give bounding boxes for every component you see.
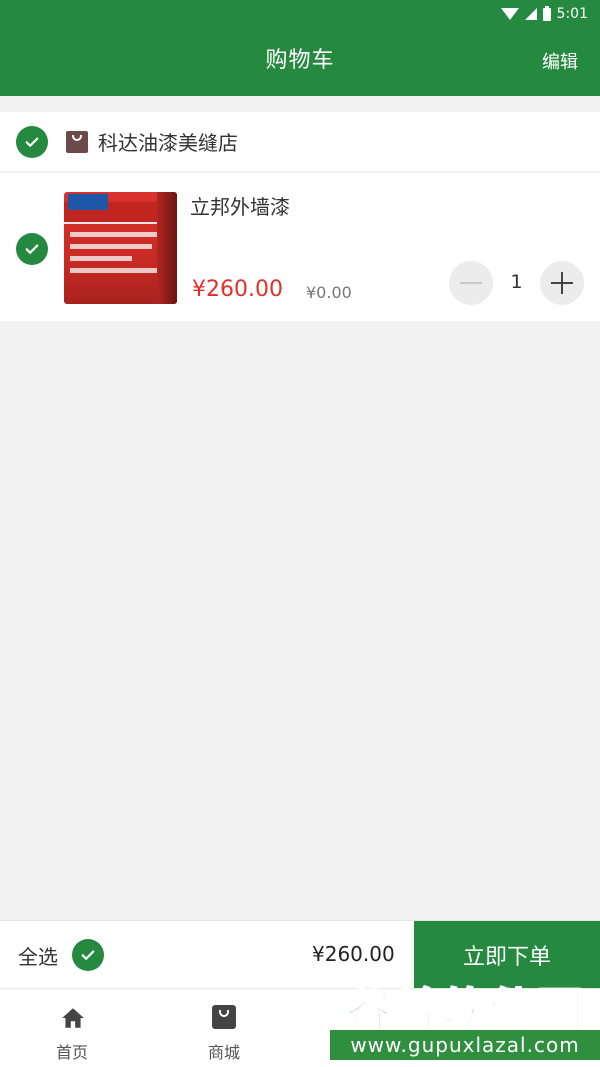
product-name[interactable]: 立邦外墙漆: [190, 191, 290, 220]
page-title: 购物车: [265, 48, 335, 73]
decrease-quantity-button[interactable]: [449, 261, 493, 305]
increase-quantity-button[interactable]: [540, 261, 584, 305]
shopping-bag-icon: [212, 1005, 236, 1029]
select-all-label[interactable]: 全选: [18, 941, 58, 970]
select-all-checkbox[interactable]: [72, 939, 104, 971]
battery-icon: [542, 5, 551, 21]
tab-home-label: 首页: [55, 1043, 88, 1062]
total-price: ¥260.00: [312, 942, 395, 966]
item-checkbox[interactable]: [16, 233, 48, 265]
product-price: ¥260.00: [192, 277, 283, 302]
shop-name[interactable]: 科达油漆美缝店: [98, 127, 238, 156]
home-icon: [62, 1008, 84, 1028]
minus-icon: [460, 282, 482, 284]
watermark-url: www.gupuxlazal.com: [330, 1030, 600, 1060]
tab-mall-label: 商城: [207, 1043, 240, 1062]
cart-screen: 5:01 购物车 编辑 科达油漆美缝店 立邦外墙漆 ¥260.00 ¥0.00: [0, 0, 600, 1067]
product-original-price: ¥0.00: [306, 283, 352, 302]
quantity-value: 1: [510, 271, 523, 293]
cart-item: 立邦外墙漆 ¥260.00 ¥0.00 1: [0, 173, 600, 321]
shop-header: 科达油漆美缝店: [0, 112, 600, 172]
app-bar: 5:01 购物车 编辑: [0, 0, 600, 96]
shop-checkbox[interactable]: [16, 125, 48, 158]
check-icon: [25, 244, 39, 254]
tab-mall[interactable]: 商城: [164, 989, 284, 1067]
quantity-stepper: 1: [449, 261, 584, 305]
shop-bag-icon: [66, 130, 88, 153]
check-icon: [81, 950, 95, 960]
watermark-brand: 谷普软件园: [344, 982, 585, 1038]
wifi-icon: [500, 8, 519, 20]
watermark: 谷普软件园 www.gupuxlazal.com: [330, 968, 600, 1067]
status-bar: 5:01: [0, 0, 600, 28]
status-time: 5:01: [556, 6, 588, 22]
product-image[interactable]: [64, 192, 177, 304]
edit-button[interactable]: 编辑: [542, 48, 578, 74]
check-icon: [25, 137, 39, 147]
tab-home[interactable]: 首页: [12, 989, 132, 1067]
signal-icon: [524, 8, 537, 20]
